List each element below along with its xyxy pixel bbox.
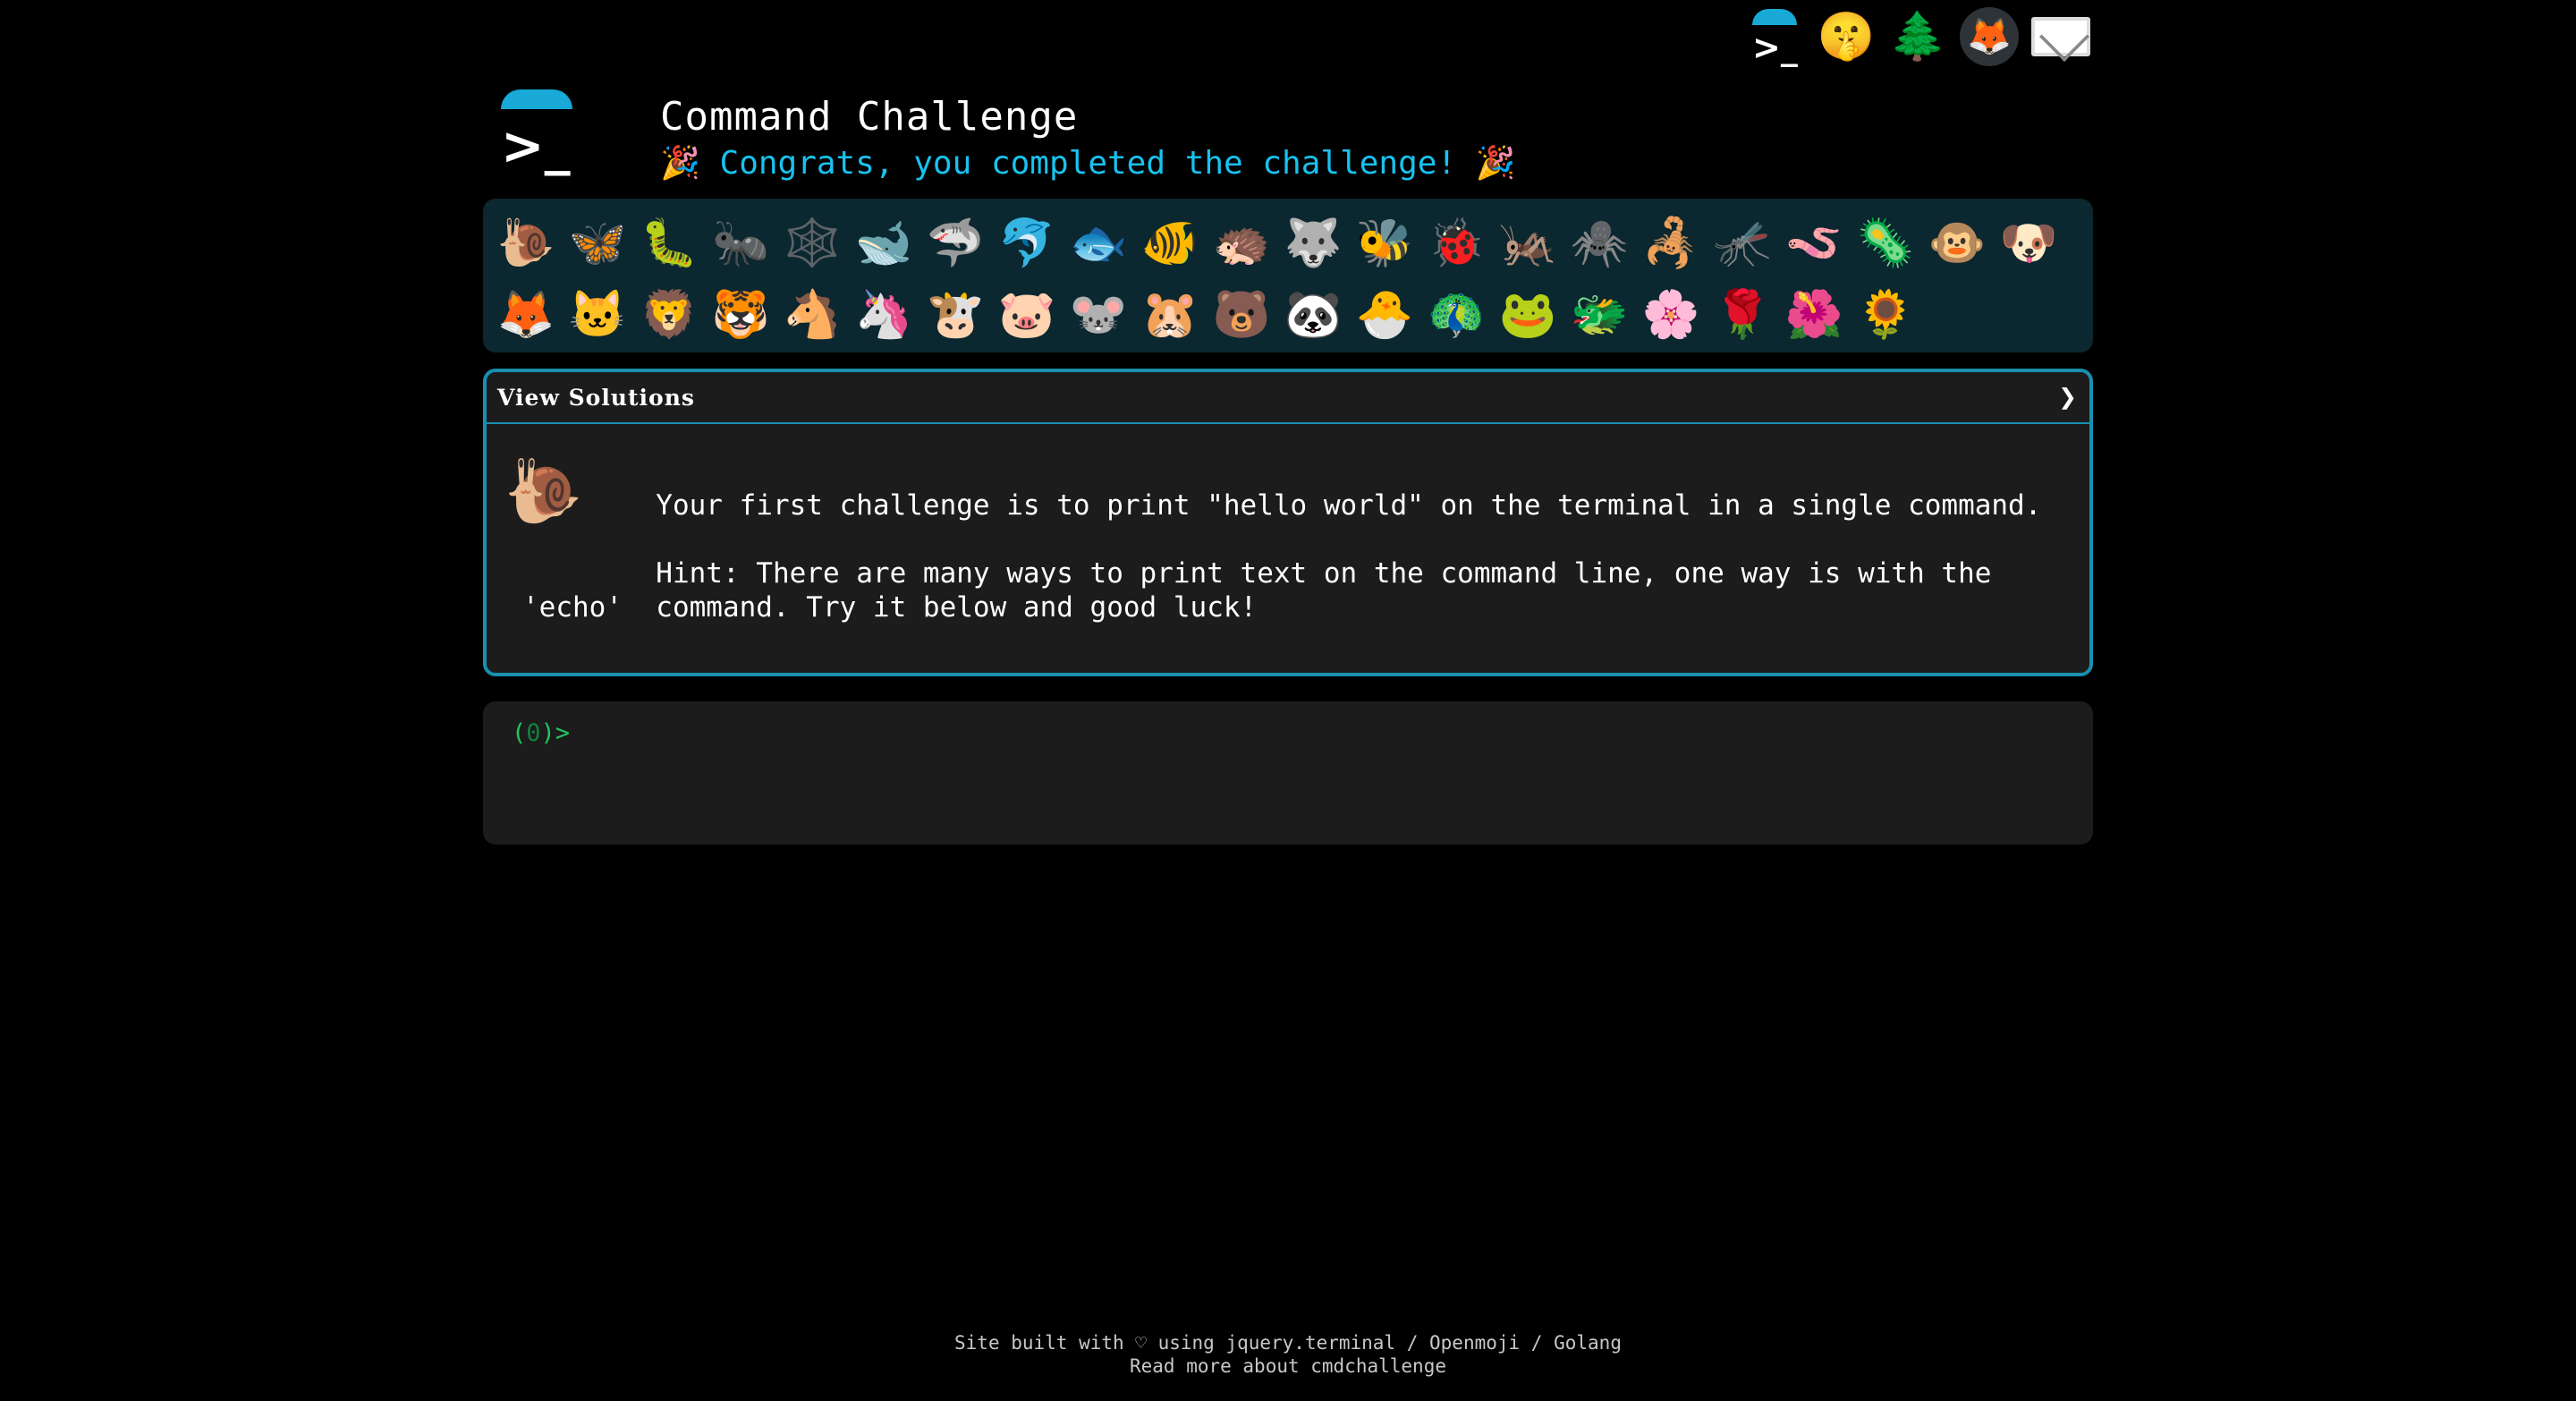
challenge-animal-icon[interactable]: 🐌: [490, 208, 562, 279]
challenge-animal-icon[interactable]: 🐹: [1134, 279, 1206, 351]
footer-about-link[interactable]: Read more about cmdchallenge: [0, 1354, 2576, 1378]
challenge-animal-icon[interactable]: 🐵: [1921, 208, 1993, 279]
challenge-text: Your first challenge is to print "hello …: [522, 489, 2042, 624]
page-header: >_ Command Challenge 🎉 Congrats, you com…: [497, 86, 1516, 184]
prompt-close: )>: [540, 719, 571, 747]
challenge-animal-icon[interactable]: 🐱: [562, 279, 633, 351]
challenge-animal-icon[interactable]: 🐯: [705, 279, 776, 351]
challenge-animal-icon[interactable]: 🐼: [1277, 279, 1349, 351]
home-logo-link[interactable]: >_: [1739, 5, 1810, 68]
challenge-animal-icon[interactable]: 🦄: [848, 279, 919, 351]
congrats-text: Congrats, you completed the challenge!: [719, 145, 1457, 182]
challenge-row-2: 🦊 🐱 🦁 🐯 🐴 🦄 🐮 🐷 🐭 🐹 🐻 🐼 🐣 🦚 🐸 🐲 🌸 🌹 🌺 🌻: [490, 279, 2086, 351]
challenge-animal-icon[interactable]: 🪱: [1778, 208, 1850, 279]
challenge-animal-icon[interactable]: 🦊: [490, 279, 562, 351]
challenge-animal-icon[interactable]: 🕷️: [1563, 208, 1635, 279]
prompt-open: (: [512, 719, 527, 747]
challenge-animal-icon[interactable]: 🐭: [1063, 279, 1134, 351]
challenge-animal-icon[interactable]: 🐻: [1206, 279, 1277, 351]
gitlab-link[interactable]: 🦊: [1953, 5, 2025, 68]
party-popper-icon: 🎉: [660, 145, 700, 182]
challenge-animal-icon[interactable]: 🐴: [776, 279, 848, 351]
footer: Site built with ♡ using jquery.terminal …: [0, 1331, 2576, 1378]
tree-link[interactable]: 🌲: [1882, 5, 1953, 68]
challenge-row-1: 🐌 🦋 🐛 🐜 🕸️ 🐋 🦈 🐬 🐟 🐠 🦔 🐺 🐝 🐞 🦗 🕷️ 🦂 🦟 🪱 🦠 🐵 🐶: [490, 208, 2086, 279]
challenge-animal-icon[interactable]: 🦗: [1492, 208, 1563, 279]
challenge-animal-icon[interactable]: 🐣: [1349, 279, 1420, 351]
challenge-selector: 🐌 🦋 🐛 🐜 🕸️ 🐋 🦈 🐬 🐟 🐠 🦔 🐺 🐝 🐞 🦗 🕷️ 🦂 🦟 🪱 🦠 🐵 🐶 🦊 🐱 🦁 🐯 🐴 🦄 🐮 🐷 🐭 🐹 🐻 🐼 🐣 🦚 🐸…: [483, 199, 2093, 352]
view-solutions-toggle[interactable]: View Solutions ❯: [487, 372, 2089, 424]
challenge-animal-icon[interactable]: 🌹: [1707, 279, 1778, 351]
challenge-panel: View Solutions ❯ 🐌 Your first challenge …: [483, 369, 2093, 676]
shushing-face-link[interactable]: 🤫: [1810, 5, 1882, 68]
challenge-animal-icon[interactable]: 🐺: [1277, 208, 1349, 279]
challenge-animal-icon[interactable]: 🐸: [1492, 279, 1563, 351]
chevron-right-icon: ❯: [2058, 379, 2077, 415]
home-logo-icon: >_: [1747, 9, 1802, 64]
challenge-animal-icon[interactable]: 🌺: [1778, 279, 1850, 351]
challenge-animal-icon[interactable]: 🐷: [991, 279, 1063, 351]
challenge-animal-icon[interactable]: 🐟: [1063, 208, 1134, 279]
command-count: 0: [526, 719, 541, 747]
challenge-animal-icon[interactable]: 🐮: [919, 279, 991, 351]
view-solutions-label: View Solutions: [497, 384, 695, 411]
top-nav: >_ 🤫 🌲 🦊: [1739, 5, 2097, 68]
challenge-animal-icon[interactable]: 🕸️: [776, 208, 848, 279]
challenge-animal-icon[interactable]: 🦔: [1206, 208, 1277, 279]
challenge-animal-icon[interactable]: 🐞: [1420, 208, 1492, 279]
site-logo-icon[interactable]: >_: [497, 86, 574, 175]
challenge-animal-icon[interactable]: 🐛: [633, 208, 705, 279]
challenge-animal-icon[interactable]: 🐋: [848, 208, 919, 279]
gitlab-fox-icon: 🦊: [1960, 7, 2019, 66]
challenge-animal-icon[interactable]: 🦁: [633, 279, 705, 351]
challenge-animal-icon[interactable]: 🦋: [562, 208, 633, 279]
challenge-animal-icon[interactable]: 🦂: [1635, 208, 1707, 279]
footer-credits[interactable]: Site built with ♡ using jquery.terminal …: [0, 1331, 2576, 1354]
party-popper-icon: 🎉: [1475, 145, 1516, 182]
terminal-prompt: (0)>: [512, 721, 2064, 745]
challenge-animal-icon[interactable]: 🌻: [1850, 279, 1921, 351]
challenge-animal-icon[interactable]: 🦈: [919, 208, 991, 279]
challenge-animal-icon[interactable]: 🐠: [1134, 208, 1206, 279]
challenge-animal-icon[interactable]: 🐶: [1993, 208, 2064, 279]
challenge-animal-icon[interactable]: 🐜: [705, 208, 776, 279]
header-titles: Command Challenge 🎉 Congrats, you comple…: [660, 93, 1516, 186]
gitlab-glyph: 🦊: [1967, 16, 2012, 57]
tree-icon: 🌲: [1888, 10, 1947, 64]
challenge-animal-icon[interactable]: 🐝: [1349, 208, 1420, 279]
challenge-animal-icon[interactable]: 🦚: [1420, 279, 1492, 351]
challenge-animal-icon[interactable]: 🐲: [1563, 279, 1635, 351]
mail-icon: [2031, 17, 2090, 56]
challenge-animal-icon[interactable]: 🦠: [1850, 208, 1921, 279]
challenge-animal-icon[interactable]: 🦟: [1707, 208, 1778, 279]
page-title: Command Challenge: [660, 94, 1079, 140]
page: >_ 🤫 🌲 🦊 >_ Command Challenge 🎉 Congrats…: [0, 0, 2576, 1401]
terminal[interactable]: (0)>: [483, 701, 2093, 845]
congrats-message: 🎉 Congrats, you completed the challenge!…: [660, 141, 1516, 186]
mail-link[interactable]: [2025, 5, 2097, 68]
challenge-animal-icon[interactable]: 🐬: [991, 208, 1063, 279]
shushing-face-icon: 🤫: [1817, 10, 1876, 64]
challenge-animal-icon[interactable]: 🌸: [1635, 279, 1707, 351]
